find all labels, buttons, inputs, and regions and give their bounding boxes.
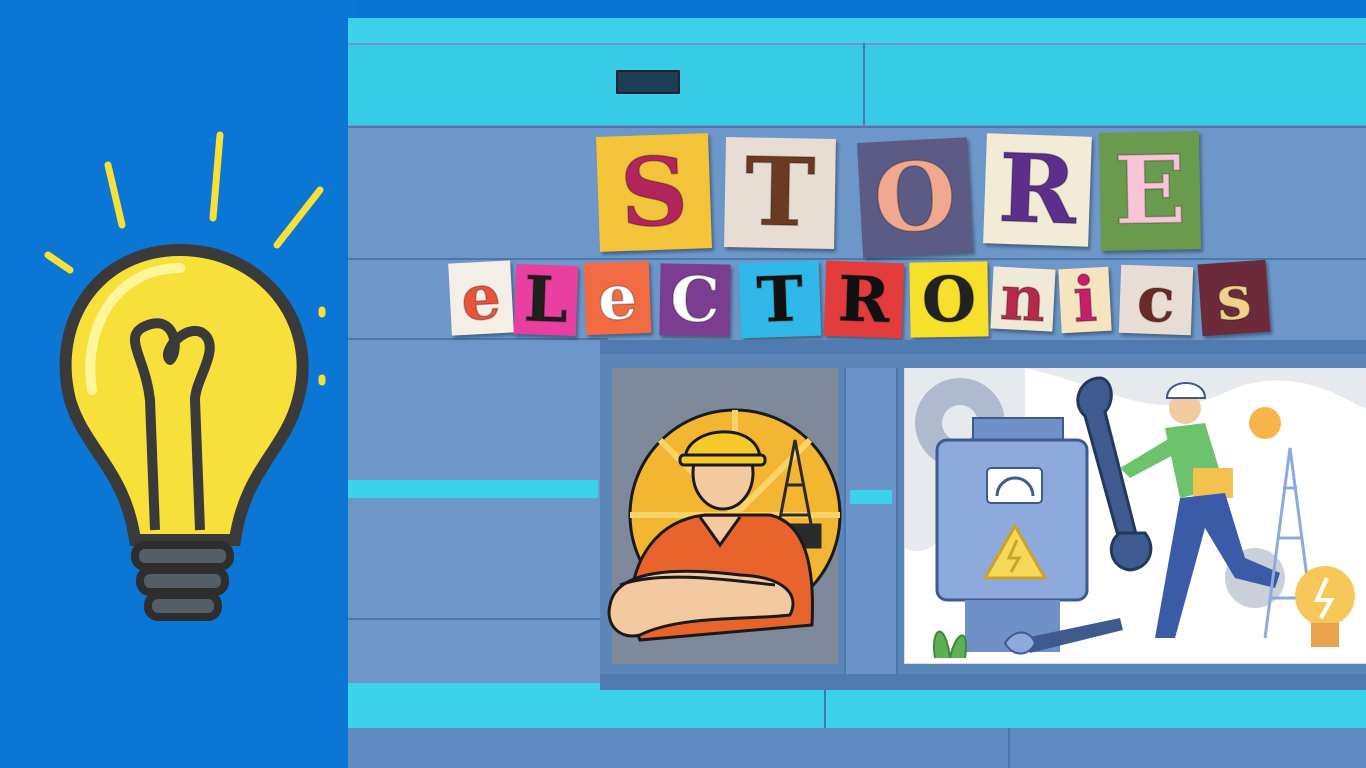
- sign-letter: R: [983, 133, 1092, 247]
- sign-letter: s: [1197, 259, 1271, 337]
- sign-letter: e: [448, 259, 514, 336]
- sign-letter: i: [1058, 262, 1112, 337]
- engineer-badge-icon: [607, 408, 842, 642]
- sign-letter: n: [990, 260, 1056, 337]
- sign-letter: e: [583, 260, 652, 335]
- electrician-illustration: [905, 368, 1366, 663]
- sign-letter: L: [513, 262, 579, 337]
- sign-letter: C: [659, 262, 731, 337]
- sign-letter: c: [1118, 262, 1194, 337]
- sign-letter: E: [1098, 131, 1202, 251]
- lightbulb-icon: [44, 131, 326, 621]
- left-panel: [0, 0, 355, 768]
- sign-letter: R: [823, 260, 905, 339]
- sign-letter: O: [857, 137, 973, 258]
- sign-letter: T: [738, 260, 822, 339]
- sign-letter: T: [724, 137, 836, 249]
- vent: [616, 70, 680, 94]
- sign-letter: S: [596, 133, 712, 252]
- sign-letter: O: [909, 261, 989, 338]
